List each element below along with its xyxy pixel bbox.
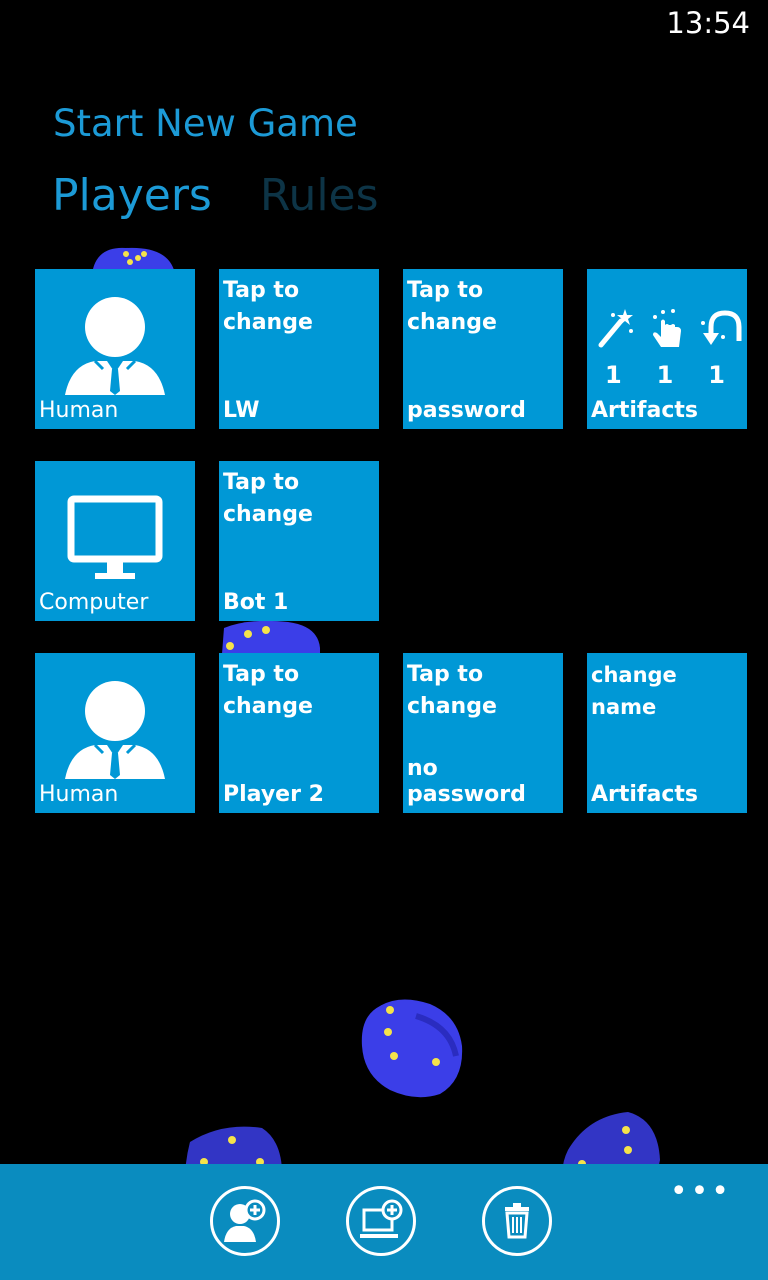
player-name-tile[interactable]: Tap to change Bot 1 bbox=[219, 461, 379, 621]
delete-player-button[interactable] bbox=[482, 1186, 552, 1256]
hint-text: Tap to change bbox=[407, 278, 497, 335]
player-type-tile[interactable]: Human bbox=[35, 653, 195, 813]
human-avatar-icon bbox=[65, 297, 165, 395]
player-artifacts-tile[interactable]: 1 1 1 Artifacts bbox=[587, 269, 747, 429]
tap-to-change-hint: Tap to change bbox=[407, 275, 497, 339]
computer-monitor-icon bbox=[67, 495, 163, 579]
player-type-label: Computer bbox=[39, 590, 149, 615]
player-password-tile[interactable]: Tap to change no password bbox=[403, 653, 563, 813]
add-human-player-button[interactable] bbox=[210, 1186, 280, 1256]
player-type-tile[interactable]: Computer bbox=[35, 461, 195, 621]
hint-text: Tap to change bbox=[223, 470, 313, 527]
player-password: password bbox=[407, 398, 526, 423]
tap-to-change-hint: Tap to change bbox=[223, 659, 313, 723]
player-name-tile[interactable]: Tap to change Player 2 bbox=[219, 653, 379, 813]
tap-to-change-hint: Tap to change bbox=[223, 467, 313, 531]
tap-to-change-hint: Tap to change bbox=[407, 659, 497, 723]
tab-rules[interactable]: Rules bbox=[260, 170, 379, 221]
tap-hand-icon bbox=[653, 309, 681, 347]
player-name: LW bbox=[223, 398, 260, 423]
tap-to-change-hint: Tap to change bbox=[223, 275, 313, 339]
player-name-tile[interactable]: Tap to change LW bbox=[219, 269, 379, 429]
app-bar: ••• bbox=[0, 1164, 768, 1280]
artifacts-label: Artifacts bbox=[591, 398, 699, 423]
more-options-icon[interactable]: ••• bbox=[670, 1174, 732, 1209]
artifacts-label: Artifacts bbox=[591, 782, 699, 807]
player-type-label: Human bbox=[39, 398, 119, 423]
trash-icon bbox=[505, 1203, 529, 1239]
player-type-label: Human bbox=[39, 782, 119, 807]
player-type-tile[interactable]: Human bbox=[35, 269, 195, 429]
player-password: no password bbox=[407, 756, 526, 807]
player-password-tile[interactable]: Tap to change password bbox=[403, 269, 563, 429]
artifact-counts: 1 1 1 bbox=[605, 361, 725, 389]
undo-count: 1 bbox=[708, 361, 725, 389]
die-icon bbox=[361, 999, 463, 1098]
hint-text: Tap to change bbox=[223, 278, 313, 335]
player-artifacts-tile[interactable]: change name Artifacts bbox=[587, 653, 747, 813]
add-human-icon bbox=[224, 1199, 266, 1242]
change-name-hint: change name bbox=[591, 663, 677, 719]
player-name: Player 2 bbox=[223, 782, 324, 807]
status-time: 13:54 bbox=[666, 6, 750, 40]
wand-count: 1 bbox=[605, 361, 622, 389]
undo-arrow-icon bbox=[701, 310, 742, 345]
human-avatar-icon bbox=[65, 681, 165, 779]
magic-wand-icon bbox=[598, 309, 633, 348]
pivot-header: Players Rules bbox=[52, 170, 413, 221]
add-computer-player-button[interactable] bbox=[346, 1186, 416, 1256]
tab-players[interactable]: Players bbox=[52, 170, 212, 221]
die-icon bbox=[222, 620, 320, 654]
hint-text: Tap to change bbox=[223, 662, 313, 719]
tap-count: 1 bbox=[656, 361, 674, 389]
add-computer-icon bbox=[360, 1199, 403, 1238]
page-title: Start New Game bbox=[53, 102, 358, 145]
player-name: Bot 1 bbox=[223, 590, 289, 615]
hint-text: Tap to change bbox=[407, 662, 497, 719]
artifact-icons bbox=[595, 307, 743, 349]
